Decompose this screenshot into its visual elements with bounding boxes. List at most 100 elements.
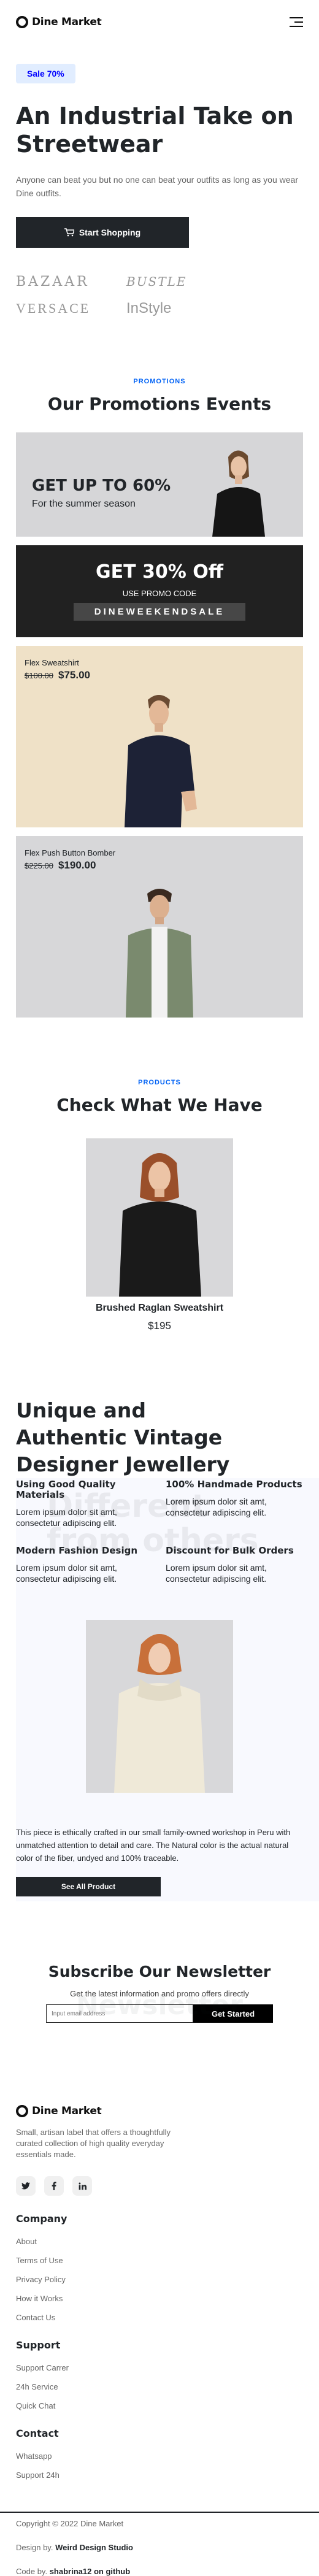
summer-sale-banner[interactable]: GET UP TO 60% For the summer season xyxy=(16,432,303,537)
page: Dine Market Sale 70% An Industrial Take … xyxy=(0,0,319,2576)
footer-link-whatsapp[interactable]: Whatsapp xyxy=(16,2451,303,2461)
code-credit: Code by. shabrina12 on github xyxy=(16,2567,303,2576)
start-shopping-button[interactable]: Start Shopping xyxy=(16,217,189,248)
sale-headline: GET UP TO 60% xyxy=(32,477,171,495)
promo-product-prices: $225.00 $190.00 xyxy=(25,859,96,872)
model-woman-sweatshirt-image xyxy=(119,1153,201,1297)
design-credit-name: Weird Design Studio xyxy=(55,2543,133,2552)
hero-section: Sale 70% An Industrial Take on Streetwea… xyxy=(0,44,319,318)
footer-column-company: Company About Terms of Use Privacy Polic… xyxy=(16,2213,303,2322)
footer-link-how-it-works[interactable]: How it Works xyxy=(16,2294,303,2303)
promo-code-value: DINEWEEKENDSALE xyxy=(73,603,246,621)
promo-product-new-price: $190.00 xyxy=(58,859,96,871)
sale-subtitle: For the summer season xyxy=(32,499,136,509)
unique-description: This piece is ethically crafted in our s… xyxy=(16,1828,291,1863)
feature-title: Modern Fashion Design xyxy=(16,1545,137,1556)
model-woman-hoodie-image xyxy=(114,1634,205,1793)
promo-product-card[interactable]: Flex Push Button Bomber $225.00 $190.00 xyxy=(16,836,303,1018)
design-credit-prefix: Design by. xyxy=(16,2543,53,2552)
footer-column-title: Support xyxy=(16,2339,61,2351)
footer-link-quick-chat[interactable]: Quick Chat xyxy=(16,2401,303,2410)
newsletter-watermark: Newsletter xyxy=(75,1990,244,2021)
logo-mark-icon xyxy=(16,2105,28,2117)
unique-title: Unique and Authentic Vintage Designer Je… xyxy=(16,1398,230,1476)
feature-title: Using Good Quality Materials xyxy=(16,1479,116,1500)
promo-code-banner[interactable]: GET 30% Off USE PROMO CODE DINEWEEKENDSA… xyxy=(16,545,303,637)
model-woman-image xyxy=(212,450,265,537)
footer-link-contact-us[interactable]: Contact Us xyxy=(16,2313,303,2322)
promo-product-old-price: $100.00 xyxy=(25,671,53,680)
promo-product-new-price: $75.00 xyxy=(58,669,90,681)
feature-item: 100% Handmade Products Lorem ipsum dolor… xyxy=(166,1479,303,1528)
promotions-section: PROMOTIONS Our Promotions Events GET UP … xyxy=(0,318,319,1018)
hamburger-menu-icon[interactable] xyxy=(290,17,303,27)
start-shopping-label: Start Shopping xyxy=(79,228,141,237)
promo-code-headline: GET 30% Off xyxy=(95,561,224,583)
unique-panel: Different from others Using Good Quality… xyxy=(16,1478,319,1901)
code-credit-name[interactable]: shabrina12 on github xyxy=(50,2567,130,2576)
logo[interactable]: Dine Market xyxy=(16,16,102,28)
feature-item: Discount for Bulk Orders Lorem ipsum dol… xyxy=(166,1546,303,1584)
footer-column-contact: Contact Whatsapp Support 24h xyxy=(16,2428,303,2480)
brand-logo-bustle: BUSTLE xyxy=(126,274,187,289)
promo-product-name: Flex Sweatshirt xyxy=(25,658,79,667)
feature-text: Lorem ipsum dolor sit amt, consectetur a… xyxy=(16,1563,117,1584)
hero-title: An Industrial Take on Streetwear xyxy=(16,102,294,158)
product-image xyxy=(86,1138,233,1297)
unique-section: Unique and Authentic Vintage Designer Je… xyxy=(0,1397,319,1901)
footer-link-about[interactable]: About xyxy=(16,2237,303,2246)
footer-column-title: Contact xyxy=(16,2428,59,2439)
promo-code-label: USE PROMO CODE xyxy=(122,589,197,598)
model-man-bomber-image xyxy=(126,889,193,1018)
feature-title: Discount for Bulk Orders xyxy=(166,1545,294,1556)
featured-brands: BAZAAR BUSTLE VERSACE InStyle xyxy=(16,272,225,318)
facebook-icon[interactable] xyxy=(44,2176,64,2196)
promo-product-card[interactable]: Flex Sweatshirt $100.00 $75.00 xyxy=(16,646,303,827)
model-man-sweatshirt-image xyxy=(125,695,197,827)
products-kicker: PRODUCTS xyxy=(138,1079,181,1086)
footer-logo[interactable]: Dine Market xyxy=(16,2105,303,2117)
logo-mark-icon xyxy=(16,16,28,28)
footer-link-support-carrer[interactable]: Support Carrer xyxy=(16,2363,303,2372)
footer-column-support: Support Support Carrer 24h Service Quick… xyxy=(16,2339,303,2410)
brand-logo-bazaar: BAZAAR xyxy=(16,274,90,289)
footer-link-terms[interactable]: Terms of Use xyxy=(16,2256,303,2265)
feature-title: 100% Handmade Products xyxy=(166,1479,302,1490)
newsletter-title: Subscribe Our Newsletter xyxy=(48,1963,271,1980)
copyright: Copyright © 2022 Dine Market xyxy=(16,2519,124,2528)
see-all-product-button[interactable]: See All Product xyxy=(16,1877,161,1896)
linkedin-icon[interactable] xyxy=(72,2176,92,2196)
twitter-icon[interactable] xyxy=(16,2176,36,2196)
newsletter-section: Newsletter Subscribe Our Newsletter Get … xyxy=(0,1963,319,2036)
site-header: Dine Market xyxy=(0,0,319,44)
hero-description: Anyone can beat you but no one can beat … xyxy=(16,175,298,198)
promo-product-name: Flex Push Button Bomber xyxy=(25,848,116,857)
footer-link-24h-service[interactable]: 24h Service xyxy=(16,2382,303,2391)
promotions-kicker: PROMOTIONS xyxy=(133,378,186,385)
feature-grid: Using Good Quality Materials Lorem ipsum… xyxy=(16,1478,303,1584)
cart-icon xyxy=(64,228,74,237)
footer-column-title: Company xyxy=(16,2213,67,2225)
footer-bottom: Copyright © 2022 Dine Market Design by. … xyxy=(0,2512,319,2576)
feature-item: Using Good Quality Materials Lorem ipsum… xyxy=(16,1479,153,1528)
design-credit: Design by. Weird Design Studio xyxy=(16,2543,303,2552)
promotions-title: Our Promotions Events xyxy=(47,394,272,414)
site-footer: Dine Market Small, artisan label that of… xyxy=(0,2036,319,2480)
footer-logo-text: Dine Market xyxy=(32,2105,102,2117)
logo-text: Dine Market xyxy=(32,16,102,28)
sale-badge: Sale 70% xyxy=(16,64,75,83)
footer-link-privacy[interactable]: Privacy Policy xyxy=(16,2275,303,2284)
footer-link-support-24h[interactable]: Support 24h xyxy=(16,2471,303,2480)
brand-logo-versace: VERSACE xyxy=(16,301,91,316)
feature-item: Modern Fashion Design Lorem ipsum dolor … xyxy=(16,1546,153,1584)
product-price: $195 xyxy=(148,1320,171,1332)
brand-logo-instyle: InStyle xyxy=(126,300,172,316)
product-card[interactable]: Brushed Raglan Sweatshirt $195 xyxy=(86,1138,233,1332)
promo-product-prices: $100.00 $75.00 xyxy=(25,669,90,681)
feature-text: Lorem ipsum dolor sit amt, consectetur a… xyxy=(166,1563,267,1584)
code-credit-prefix: Code by. xyxy=(16,2567,48,2576)
unique-image xyxy=(86,1620,233,1793)
social-links xyxy=(16,2176,303,2196)
feature-text: Lorem ipsum dolor sit amt, consectetur a… xyxy=(166,1497,267,1517)
products-title: Check What We Have xyxy=(56,1095,263,1115)
